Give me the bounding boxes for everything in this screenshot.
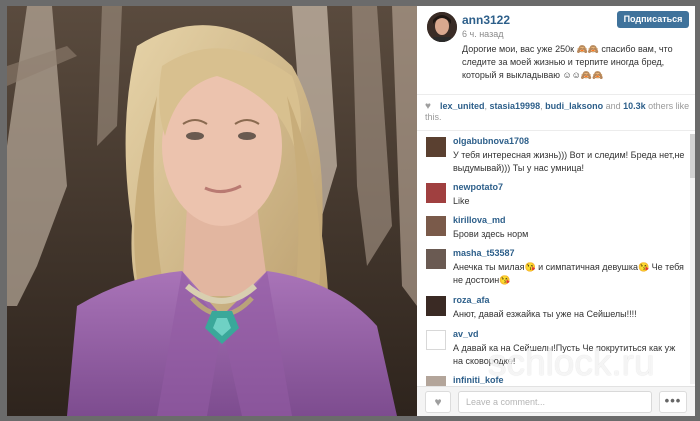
commenter-avatar[interactable] — [426, 376, 446, 386]
divider — [417, 94, 695, 95]
follow-button[interactable]: Подписаться — [617, 11, 689, 28]
post-header: ann3122 6 ч. назад Дорогие мои, вас уже … — [417, 6, 695, 94]
watermark: schlock.ru — [488, 342, 655, 383]
comment-username[interactable]: newpotato7 — [453, 182, 503, 192]
post-timestamp: 6 ч. назад — [462, 29, 504, 39]
comment-footer: ♥ ••• — [417, 386, 695, 416]
author-username[interactable]: ann3122 — [462, 13, 510, 27]
window-frame: ann3122 6 ч. назад Дорогие мои, вас уже … — [0, 0, 700, 421]
heart-icon: ♥ — [425, 101, 431, 112]
heart-icon: ♥ — [434, 395, 442, 409]
avatar-image — [427, 12, 457, 42]
commenter-avatar[interactable] — [426, 216, 446, 236]
likes-and: and — [603, 101, 624, 111]
comment-username[interactable]: kirillova_md — [453, 215, 506, 225]
commenter-avatar[interactable] — [426, 330, 446, 350]
comment-username[interactable]: av_vd — [453, 329, 479, 339]
comment-item: newpotato7 Like — [417, 182, 695, 212]
comment-item: roza_afa Анют, давай езжайка ты уже на С… — [417, 295, 695, 325]
comment-text: Анечка ты милая😘 и симпатичная девушка😘 … — [453, 262, 684, 285]
more-options-button[interactable]: ••• — [659, 391, 687, 413]
post-photo[interactable] — [7, 6, 417, 416]
scrollbar-thumb[interactable] — [690, 134, 695, 178]
commenter-avatar[interactable] — [426, 137, 446, 157]
comment-username[interactable]: olgabubnova1708 — [453, 136, 529, 146]
like-button[interactable]: ♥ — [425, 391, 451, 413]
liker-link[interactable]: budi_laksono — [545, 101, 603, 111]
divider — [417, 130, 695, 131]
comment-text: Анют, давай езжайка ты уже на Сейшелы!!!… — [453, 309, 637, 319]
photo-image — [7, 6, 417, 416]
comment-item: olgabubnova1708 У тебя интересная жизнь)… — [417, 136, 695, 178]
comment-item: masha_t53587 Анечка ты милая😘 и симпатич… — [417, 248, 695, 290]
comment-username[interactable]: roza_afa — [453, 295, 490, 305]
likes-count[interactable]: 10.3k — [623, 101, 646, 111]
author-avatar[interactable] — [427, 12, 457, 42]
liker-link[interactable]: lex_united — [440, 101, 485, 111]
comment-text: Брови здесь норм — [453, 229, 529, 239]
commenter-avatar[interactable] — [426, 249, 446, 269]
comment-text: У тебя интересная жизнь))) Вот и следим!… — [453, 150, 685, 173]
post-caption: Дорогие мои, вас уже 250к 🙈🙈 спасибо вам… — [462, 44, 673, 80]
commenter-avatar[interactable] — [426, 183, 446, 203]
comment-item: kirillova_md Брови здесь норм — [417, 215, 695, 245]
comment-input[interactable] — [458, 391, 652, 413]
comment-username[interactable]: masha_t53587 — [453, 248, 515, 258]
likes-summary: ♥ lex_united, stasia19998, budi_laksono a… — [425, 101, 690, 123]
commenter-avatar[interactable] — [426, 296, 446, 316]
comment-text: Like — [453, 196, 470, 206]
liker-link[interactable]: stasia19998 — [490, 101, 541, 111]
